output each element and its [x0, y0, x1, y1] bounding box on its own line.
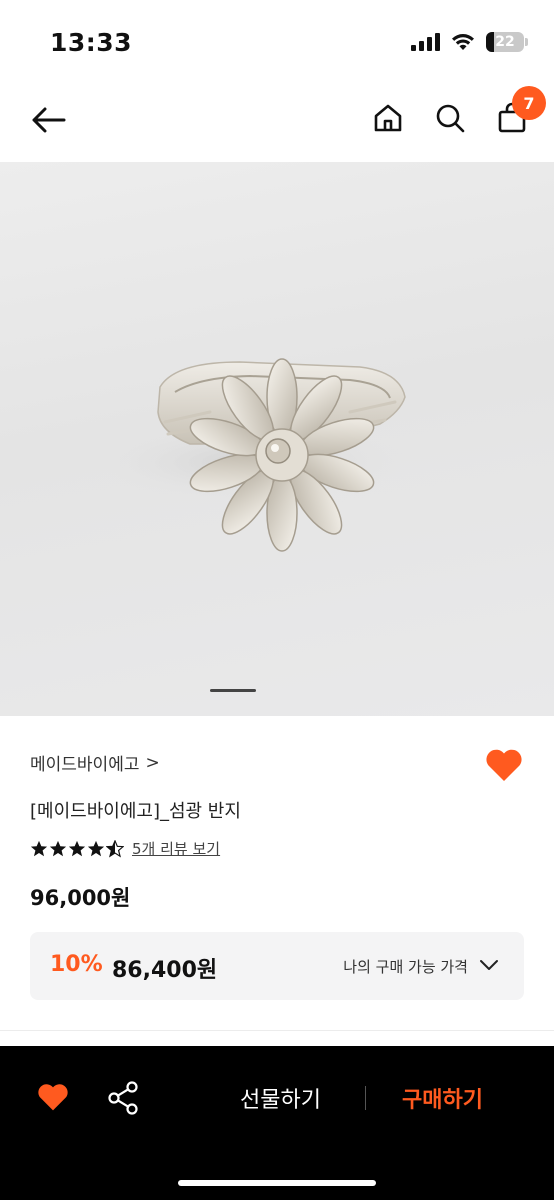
brand-link[interactable]: 메이드바이에고 >	[30, 750, 160, 776]
action-separator	[365, 1086, 366, 1110]
battery-level: 22	[495, 34, 515, 50]
review-link[interactable]: 5개 리뷰 보기	[132, 838, 220, 859]
status-time: 13:33	[50, 28, 133, 57]
share-icon	[108, 1081, 138, 1115]
product-name: [메이드바이에고]_섬광 반지	[30, 801, 241, 822]
image-page-indicator	[210, 689, 256, 692]
discount-rate: 10%	[50, 952, 103, 977]
rating-row: 5개 리뷰 보기	[30, 838, 220, 859]
discount-price: 86,400원	[112, 958, 218, 983]
star-icon	[49, 840, 67, 856]
bottom-wishlist-button[interactable]	[36, 1082, 70, 1112]
wifi-icon	[452, 34, 474, 50]
wishlist-button[interactable]	[484, 747, 524, 783]
battery-icon: 22	[486, 32, 528, 52]
my-price-dropdown[interactable]: 10% 86,400원 나의 구매 가능 가격	[30, 932, 524, 1000]
home-button[interactable]	[368, 98, 408, 138]
back-arrow-icon	[32, 107, 66, 133]
search-icon	[436, 104, 465, 133]
status-icons: 22	[411, 32, 528, 52]
original-price: 96,000원	[30, 886, 131, 910]
ring-photo	[90, 358, 410, 552]
star-icon	[68, 840, 86, 856]
star-icon	[87, 840, 105, 856]
bottom-action-bar: 선물하기 구매하기	[0, 1046, 554, 1200]
status-bar: 13:33 22	[0, 0, 554, 80]
chevron-down-icon	[480, 960, 498, 970]
heart-icon	[486, 749, 522, 781]
buy-button[interactable]: 구매하기	[402, 1082, 483, 1114]
half-star-icon	[106, 839, 124, 857]
cellular-signal-icon	[411, 33, 440, 51]
nav-actions: 7	[368, 86, 546, 138]
top-nav: 7	[0, 80, 554, 162]
section-divider	[0, 1030, 554, 1031]
share-button[interactable]	[106, 1080, 140, 1116]
brand-name: 메이드바이에고	[30, 755, 140, 775]
my-price-label: 나의 구매 가능 가격	[343, 958, 468, 976]
back-button[interactable]	[26, 100, 70, 140]
chevron-right-icon: >	[145, 752, 160, 773]
product-image[interactable]	[0, 162, 554, 716]
cart-count-badge: 7	[512, 86, 546, 120]
heart-icon	[38, 1084, 68, 1111]
cart-button[interactable]: 7	[492, 86, 546, 138]
search-button[interactable]	[430, 98, 470, 138]
rating-stars	[30, 839, 124, 858]
gift-button[interactable]: 선물하기	[240, 1082, 321, 1114]
home-indicator	[178, 1180, 376, 1186]
star-icon	[30, 840, 48, 856]
home-icon	[374, 104, 402, 132]
